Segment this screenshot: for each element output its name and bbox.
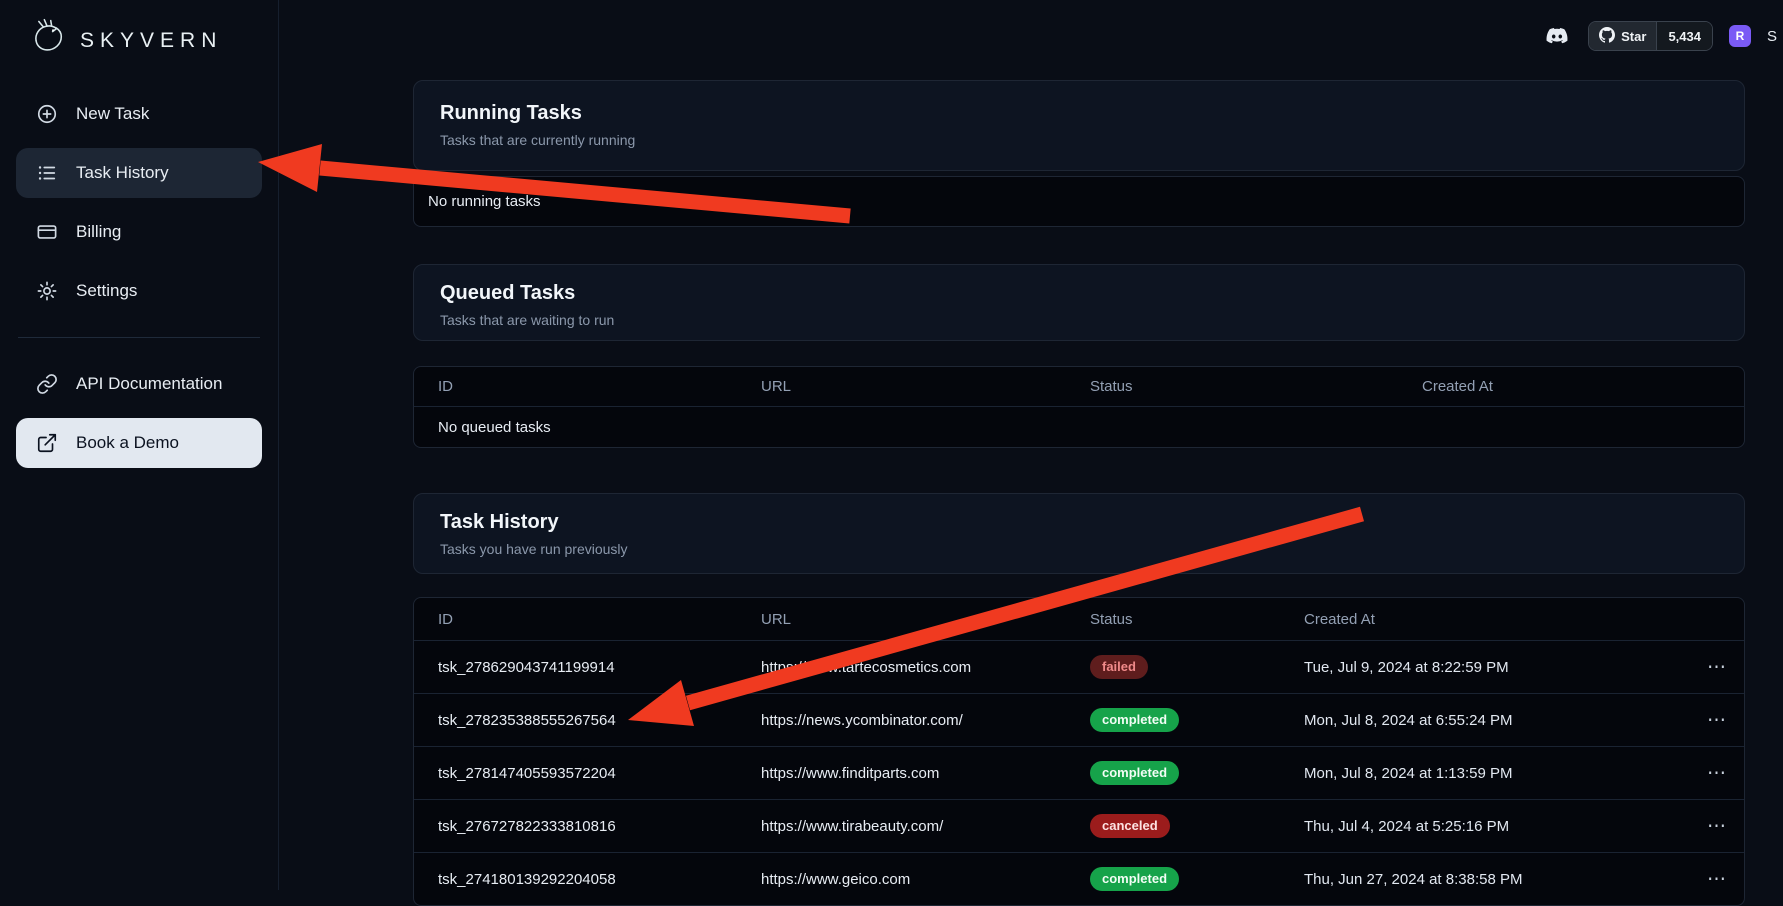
sidebar-item-label: New Task xyxy=(76,104,149,124)
github-star-label: Star xyxy=(1621,29,1646,44)
table-row[interactable]: tsk_278629043741199914 https://www.tarte… xyxy=(414,640,1744,693)
github-icon xyxy=(1599,27,1615,46)
sidebar: SKYVERN New Task Task History Billing S xyxy=(0,0,279,890)
credit-card-icon xyxy=(35,220,59,244)
row-menu-button[interactable]: ⋯ xyxy=(1703,762,1730,785)
task-id: tsk_278629043741199914 xyxy=(438,659,761,676)
row-menu-button[interactable]: ⋯ xyxy=(1703,868,1730,891)
status-badge: canceled xyxy=(1090,814,1170,838)
task-url: https://www.tartecosmetics.com xyxy=(761,659,1090,676)
column-header-status: Status xyxy=(1090,611,1304,628)
column-header-url: URL xyxy=(761,611,1090,628)
link-icon xyxy=(35,372,59,396)
sidebar-item-billing[interactable]: Billing xyxy=(16,207,262,257)
task-created-at: Thu, Jul 4, 2024 at 5:25:16 PM xyxy=(1304,818,1703,835)
history-table-header-row: ID URL Status Created At xyxy=(414,598,1744,640)
running-tasks-subtitle: Tasks that are currently running xyxy=(440,132,1718,148)
table-row[interactable]: tsk_278235388555267564 https://news.ycom… xyxy=(414,693,1744,746)
row-menu-button[interactable]: ⋯ xyxy=(1703,815,1730,838)
task-url: https://www.geico.com xyxy=(761,871,1090,888)
task-created-at: Mon, Jul 8, 2024 at 1:13:59 PM xyxy=(1304,765,1703,782)
task-id: tsk_278147405593572204 xyxy=(438,765,761,782)
column-header-created-at: Created At xyxy=(1304,611,1703,628)
queued-table-header-row: ID URL Status Created At xyxy=(414,367,1744,406)
discord-icon[interactable] xyxy=(1542,24,1572,48)
column-header-id: ID xyxy=(438,378,761,395)
sidebar-item-new-task[interactable]: New Task xyxy=(16,89,262,139)
avatar[interactable]: R xyxy=(1729,25,1751,47)
sidebar-item-book-a-demo[interactable]: Book a Demo xyxy=(16,418,262,468)
brand-name: SKYVERN xyxy=(80,29,222,53)
sidebar-item-label: Billing xyxy=(76,222,121,242)
task-created-at: Mon, Jul 8, 2024 at 6:55:24 PM xyxy=(1304,712,1703,729)
running-tasks-header: Running Tasks Tasks that are currently r… xyxy=(413,80,1745,171)
sidebar-item-label: API Documentation xyxy=(76,374,222,394)
running-tasks-empty: No running tasks xyxy=(413,176,1745,227)
sidebar-nav: New Task Task History Billing Settings xyxy=(0,89,278,468)
task-history-title: Task History xyxy=(440,511,1718,534)
running-tasks-title: Running Tasks xyxy=(440,102,1718,125)
table-row[interactable]: tsk_276727822333810816 https://www.tirab… xyxy=(414,799,1744,852)
task-url: https://www.finditparts.com xyxy=(761,765,1090,782)
status-badge: completed xyxy=(1090,708,1179,732)
github-star-count: 5,434 xyxy=(1656,22,1712,50)
column-header-id: ID xyxy=(438,611,761,628)
task-url: https://news.ycombinator.com/ xyxy=(761,712,1090,729)
task-created-at: Tue, Jul 9, 2024 at 8:22:59 PM xyxy=(1304,659,1703,676)
column-header-status: Status xyxy=(1090,378,1422,395)
sidebar-item-task-history[interactable]: Task History xyxy=(16,148,262,198)
sidebar-item-label: Book a Demo xyxy=(76,433,179,453)
task-history-subtitle: Tasks you have run previously xyxy=(440,541,1718,557)
column-header-created-at: Created At xyxy=(1422,378,1720,395)
queued-tasks-table: ID URL Status Created At No queued tasks xyxy=(413,366,1745,448)
queued-tasks-header: Queued Tasks Tasks that are waiting to r… xyxy=(413,264,1745,341)
sidebar-item-label: Task History xyxy=(76,163,169,183)
sidebar-item-api-documentation[interactable]: API Documentation xyxy=(16,359,262,409)
sidebar-item-label: Settings xyxy=(76,281,137,301)
task-history-header: Task History Tasks you have run previous… xyxy=(413,493,1745,574)
queued-tasks-subtitle: Tasks that are waiting to run xyxy=(440,312,1718,328)
status-badge: completed xyxy=(1090,867,1179,891)
gear-icon xyxy=(35,279,59,303)
row-menu-button[interactable]: ⋯ xyxy=(1703,709,1730,732)
sidebar-item-settings[interactable]: Settings xyxy=(16,266,262,316)
external-link-icon xyxy=(35,431,59,455)
queued-tasks-title: Queued Tasks xyxy=(440,282,1718,305)
sidebar-divider xyxy=(18,337,260,338)
task-url: https://www.tirabeauty.com/ xyxy=(761,818,1090,835)
status-badge: failed xyxy=(1090,655,1148,679)
task-id: tsk_274180139292204058 xyxy=(438,871,761,888)
list-icon xyxy=(35,161,59,185)
column-header-url: URL xyxy=(761,378,1090,395)
task-id: tsk_278235388555267564 xyxy=(438,712,761,729)
user-name-clipped: S xyxy=(1767,28,1777,45)
plus-circle-icon xyxy=(35,102,59,126)
table-row[interactable]: tsk_274180139292204058 https://www.geico… xyxy=(414,852,1744,905)
status-badge: completed xyxy=(1090,761,1179,785)
row-menu-button[interactable]: ⋯ xyxy=(1703,656,1730,679)
task-id: tsk_276727822333810816 xyxy=(438,818,761,835)
github-star-button[interactable]: Star 5,434 xyxy=(1588,21,1713,51)
brand-link[interactable]: SKYVERN xyxy=(0,0,278,75)
topbar: Star 5,434 R S xyxy=(1542,18,1777,54)
queued-tasks-empty: No queued tasks xyxy=(414,406,1744,447)
task-created-at: Thu, Jun 27, 2024 at 8:38:58 PM xyxy=(1304,871,1703,888)
skyvern-logo xyxy=(26,16,70,65)
table-row[interactable]: tsk_278147405593572204 https://www.findi… xyxy=(414,746,1744,799)
task-history-table: ID URL Status Created At tsk_27862904374… xyxy=(413,597,1745,906)
